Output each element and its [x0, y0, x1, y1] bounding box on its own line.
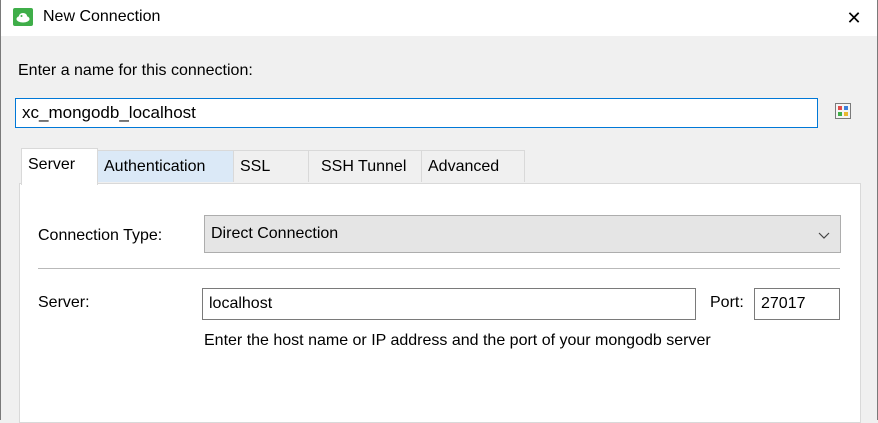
tab-label: SSH Tunnel — [321, 157, 407, 175]
port-input[interactable] — [754, 288, 840, 320]
close-button[interactable]: ✕ — [831, 0, 877, 36]
app-icon — [13, 8, 33, 26]
close-icon: ✕ — [846, 7, 862, 28]
new-connection-dialog: New Connection ✕ Enter a name for this c… — [0, 0, 878, 423]
server-label: Server: — [38, 294, 90, 311]
divider — [38, 268, 840, 269]
port-label: Port: — [710, 294, 744, 311]
server-host-input[interactable] — [202, 288, 696, 320]
server-hint-text: Enter the host name or IP address and th… — [204, 332, 711, 349]
tab-label: Advanced — [428, 157, 500, 175]
connection-type-value: Direct Connection — [211, 225, 339, 242]
tab-ssl[interactable]: SSL — [233, 150, 309, 182]
color-palette-icon[interactable] — [835, 103, 851, 119]
tab-authentication[interactable]: Authentication — [97, 150, 234, 182]
window-title: New Connection — [43, 8, 161, 25]
tab-server[interactable]: Server — [21, 148, 98, 185]
tab-label: SSL — [240, 157, 271, 175]
connection-name-input[interactable] — [15, 98, 818, 128]
connection-type-label: Connection Type: — [38, 227, 163, 244]
tab-label: Server — [28, 156, 76, 173]
connection-type-dropdown[interactable]: Direct Connection — [204, 215, 841, 253]
server-tab-panel: Connection Type: Direct Connection Serve… — [19, 183, 861, 423]
tab-ssh-tunnel[interactable]: SSH Tunnel — [308, 150, 422, 182]
title-bar: New Connection ✕ — [1, 0, 877, 36]
connection-name-label: Enter a name for this connection: — [18, 62, 253, 79]
tab-label: Authentication — [104, 157, 206, 175]
tab-advanced[interactable]: Advanced — [421, 150, 525, 182]
chevron-down-icon — [818, 228, 830, 240]
